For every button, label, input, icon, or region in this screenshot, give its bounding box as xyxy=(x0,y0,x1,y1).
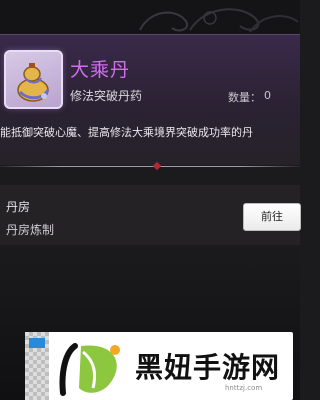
flag-icon xyxy=(29,338,45,348)
item-info-panel: 大乘丹 修法突破丹药 数量： 0 能抵御突破心魔、提高修法大乘境界突破成功率的丹 xyxy=(0,34,300,171)
quantity-label: 数量： xyxy=(228,91,261,104)
transparency-pattern xyxy=(25,332,49,400)
watermark-brand: 黑妞手游网 xyxy=(135,351,281,384)
watermark-url: hnttzj.com xyxy=(225,384,263,392)
item-type: 修法突破丹药 xyxy=(70,89,143,103)
top-ornament xyxy=(0,0,300,34)
source-description: 丹房炼制 xyxy=(6,223,55,237)
brand-logo-icon xyxy=(59,343,120,396)
gourd-pill-icon xyxy=(17,63,50,102)
item-description: 能抵御突破心魔、提高修法大乘境界突破成功率的丹 xyxy=(0,126,253,139)
source-name: 丹房 xyxy=(6,200,31,214)
quantity-value: 0 xyxy=(264,89,271,102)
swirl-ornament-icon xyxy=(139,8,299,33)
item-name: 大乘丹 xyxy=(70,59,131,81)
item-icon-frame xyxy=(4,50,63,109)
divider xyxy=(0,166,300,167)
watermark-banner: 黑妞手游网 hnttzj.com xyxy=(25,332,293,400)
divider-gem-icon xyxy=(152,161,162,171)
source-row: 丹房 丹房炼制 前往 xyxy=(0,185,301,245)
go-button[interactable]: 前往 xyxy=(243,203,301,231)
